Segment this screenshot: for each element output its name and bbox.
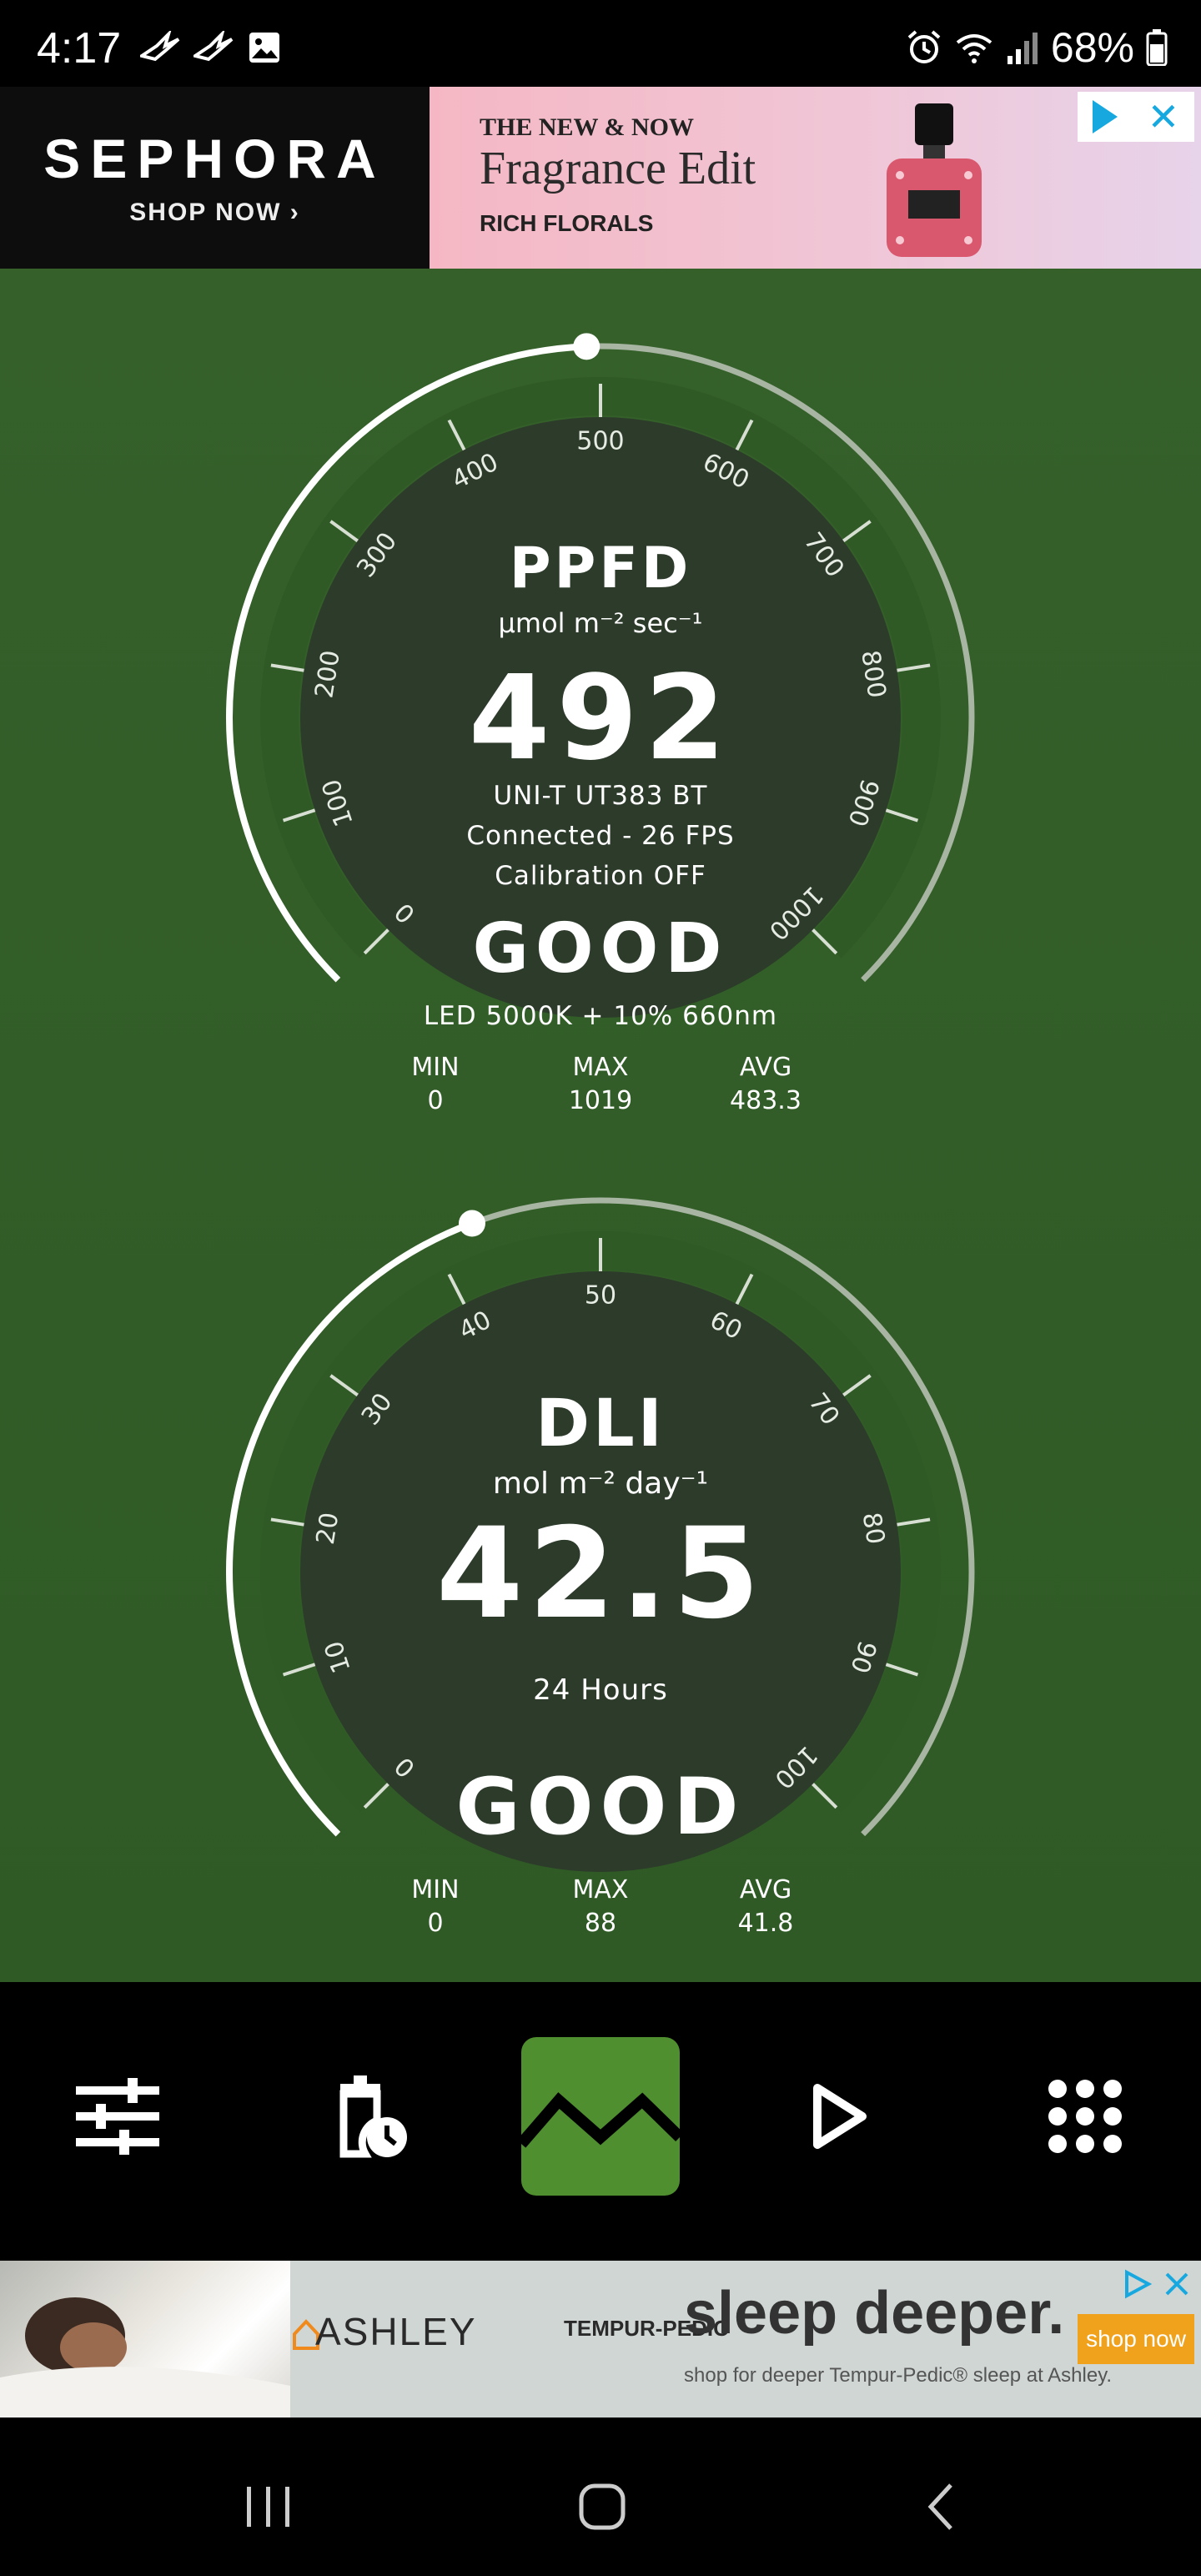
device-name: UNI-T UT383 BT bbox=[493, 781, 708, 811]
status-time: 4:17 bbox=[37, 24, 122, 73]
recents-button[interactable] bbox=[227, 2478, 310, 2536]
menu-button[interactable] bbox=[1006, 2037, 1164, 2196]
notification-icons bbox=[140, 30, 282, 65]
max-label: MAX bbox=[572, 1053, 629, 1082]
home-icon bbox=[579, 2483, 626, 2530]
close-ad-icon[interactable]: ✕ bbox=[1148, 98, 1180, 136]
dli-gauge-tick-label: 50 bbox=[585, 1281, 616, 1311]
min-label: MIN bbox=[411, 1053, 460, 1082]
sliders-icon bbox=[76, 2078, 159, 2155]
dli-period: 24 Hours bbox=[533, 1673, 668, 1707]
connection-status: Connected - 26 FPS bbox=[466, 821, 735, 851]
ppfd-status: GOOD bbox=[472, 909, 729, 989]
calibration-status: Calibration OFF bbox=[495, 861, 706, 891]
ppfd-max: MAX 1019 bbox=[517, 1051, 684, 1118]
light-type[interactable]: LED 5000K + 10% 660nm bbox=[183, 1001, 1018, 1031]
wifi-icon bbox=[956, 34, 992, 63]
min-label: MIN bbox=[411, 1875, 460, 1904]
back-button[interactable] bbox=[899, 2478, 982, 2536]
play-icon bbox=[813, 2084, 867, 2149]
system-status: 68% bbox=[906, 23, 1168, 72]
max-value: 88 bbox=[584, 1909, 617, 1938]
dli-max: MAX 88 bbox=[517, 1874, 684, 1940]
ppfd-min: MIN 0 bbox=[352, 1051, 519, 1118]
dli-value: 42.5 bbox=[435, 1502, 766, 1647]
sleeping-woman-image bbox=[0, 2261, 290, 2418]
close-ad-icon[interactable] bbox=[1163, 2271, 1190, 2297]
settings-button[interactable] bbox=[38, 2037, 197, 2196]
meter-screen: 0 100 200 300 400 500 600 700 800 900 1000 PPFD μm… bbox=[0, 269, 1201, 1982]
adchoices-icon[interactable] bbox=[1122, 2269, 1152, 2299]
home-button[interactable] bbox=[560, 2478, 644, 2536]
avg-label: AVG bbox=[739, 1053, 792, 1082]
dli-avg: AVG 41.8 bbox=[682, 1874, 849, 1940]
image-icon bbox=[249, 33, 279, 63]
back-icon bbox=[927, 2483, 952, 2530]
adchoices-icon[interactable] bbox=[1092, 100, 1118, 133]
dli-unit: mol m⁻² day⁻¹ bbox=[492, 1467, 709, 1501]
dli-title: DLI bbox=[535, 1386, 666, 1462]
ad-line2: Fragrance Edit bbox=[480, 143, 756, 194]
hummingbird-icon bbox=[140, 31, 180, 62]
graph-icon bbox=[521, 2092, 680, 2148]
shop-now-button[interactable]: shop now bbox=[1078, 2314, 1194, 2364]
min-value: 0 bbox=[427, 1909, 444, 1938]
ad-brand: SEPHORA bbox=[43, 128, 386, 189]
android-nav-bar bbox=[0, 2436, 1201, 2576]
ad-choices[interactable]: ✕ bbox=[1078, 92, 1194, 142]
ad-line3: RICH FLORALS bbox=[480, 210, 654, 236]
dli-status: GOOD bbox=[455, 1762, 746, 1853]
play-button[interactable] bbox=[761, 2037, 919, 2196]
dli-gauge-needle-knob bbox=[458, 1210, 485, 1237]
ad-subtext: shop for deeper Tempur-Pedic® sleep at A… bbox=[684, 2364, 1113, 2387]
avg-value: 41.8 bbox=[737, 1909, 794, 1938]
battery-icon bbox=[1146, 29, 1168, 66]
grid-menu-icon bbox=[1048, 2080, 1122, 2153]
ad-line1: THE NEW & NOW bbox=[480, 113, 694, 141]
ad-brand-ashley: ASHLEY bbox=[315, 2310, 477, 2353]
max-value: 1019 bbox=[568, 1086, 633, 1115]
ad-headline: sleep deeper. bbox=[684, 2280, 1065, 2347]
bottom-toolbar bbox=[0, 1982, 1201, 2247]
avg-label: AVG bbox=[739, 1875, 792, 1904]
ppfd-value: 492 bbox=[468, 651, 733, 787]
ppfd-unit: μmol m⁻² sec⁻¹ bbox=[498, 607, 703, 639]
hummingbird-icon bbox=[193, 31, 234, 62]
min-value: 0 bbox=[427, 1086, 444, 1115]
clear-history-button[interactable] bbox=[290, 2037, 449, 2196]
battery-percent: 68% bbox=[1050, 24, 1134, 71]
ppfd-gauge: 0 100 200 300 400 500 600 700 800 900 1000 PPFD μm… bbox=[183, 300, 1018, 1135]
ppfd-gauge-tick-label: 500 bbox=[576, 427, 624, 456]
delete-timer-icon bbox=[339, 2075, 407, 2158]
sephora-ad-banner[interactable]: SEPHORA SHOP NOW › THE NEW & NOW Fragran… bbox=[0, 87, 1201, 269]
ad-cta[interactable]: SHOP NOW › bbox=[0, 199, 430, 227]
ppfd-gauge-needle-knob bbox=[573, 333, 600, 360]
ad-photo-illustration bbox=[0, 2297, 290, 2418]
ppfd-avg: AVG 483.3 bbox=[682, 1051, 849, 1118]
ashley-ad-banner[interactable]: ASHLEY TEMPUR-PEDIC sleep deeper. shop f… bbox=[0, 2261, 1201, 2418]
graph-button[interactable] bbox=[521, 2037, 680, 2196]
dli-gauge: 0 10 20 30 40 50 60 70 80 90 100 DLI mol m⁻² day⁻¹… bbox=[183, 1155, 1018, 1989]
sephora-logo-panel[interactable]: SEPHORA SHOP NOW › bbox=[0, 87, 430, 269]
signal-icon bbox=[1007, 33, 1038, 64]
ppfd-title: PPFD bbox=[509, 536, 692, 601]
recents-icon bbox=[247, 2487, 289, 2527]
dli-min: MIN 0 bbox=[352, 1874, 519, 1940]
avg-value: 483.3 bbox=[730, 1086, 802, 1115]
max-label: MAX bbox=[572, 1875, 629, 1904]
status-bar: 4:17 68% bbox=[0, 0, 1201, 87]
perfume-bottle-image bbox=[887, 103, 982, 257]
alarm-icon bbox=[907, 30, 941, 63]
ad-choices[interactable] bbox=[1116, 2266, 1196, 2302]
